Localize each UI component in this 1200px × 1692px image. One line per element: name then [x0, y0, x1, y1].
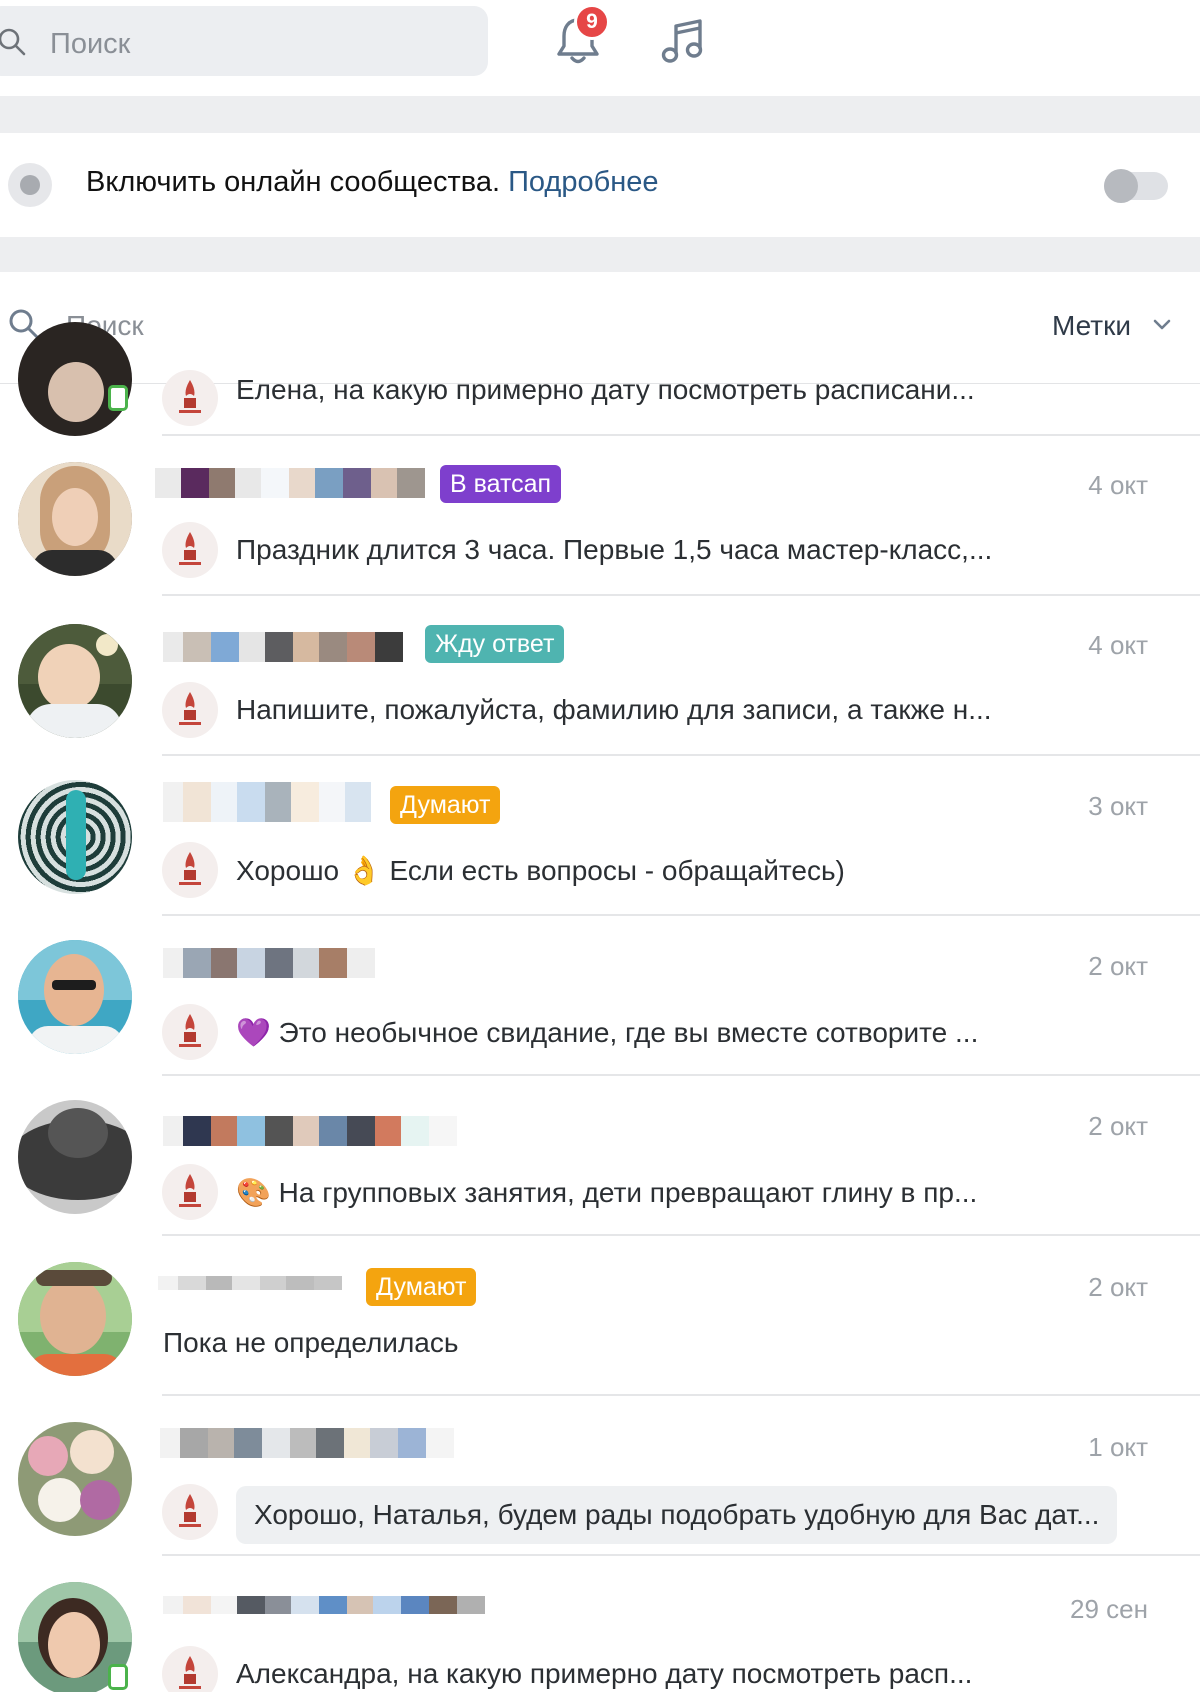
message-date: 4 окт	[1088, 630, 1148, 660]
global-search-input[interactable]: Поиск	[0, 6, 488, 76]
dialog-search-bar	[0, 272, 1200, 384]
status-badge[interactable]: Думают	[390, 786, 501, 824]
message-date: 2 окт	[1088, 1111, 1148, 1141]
message-date: 4 окт	[1088, 470, 1148, 500]
message-preview: Пока не определилась	[163, 1327, 459, 1358]
community-logo-icon	[162, 842, 218, 898]
chevron-down-icon[interactable]	[1152, 318, 1172, 332]
contact-name	[163, 948, 381, 978]
message-date: 2 окт	[1088, 1272, 1148, 1302]
status-dot-icon	[8, 163, 52, 207]
search-icon	[0, 28, 26, 56]
community-logo-icon	[162, 522, 218, 578]
community-logo-icon	[162, 1484, 218, 1540]
message-preview: 💜 Это необычное свидание, где вы вместе …	[236, 1017, 979, 1048]
search-placeholder: Поиск	[50, 28, 131, 60]
message-date: 1 окт	[1088, 1432, 1148, 1462]
avatar[interactable]	[18, 462, 132, 576]
contact-name	[158, 1276, 352, 1290]
more-info-link[interactable]: Подробнее	[508, 166, 658, 198]
avatar[interactable]	[18, 1422, 132, 1536]
online-communities-toggle[interactable]	[1104, 169, 1168, 203]
community-logo-icon	[162, 1164, 218, 1220]
community-logo-icon	[162, 1004, 218, 1060]
divider	[0, 96, 1200, 133]
message-preview: Напишите, пожалуйста, фамилию для записи…	[236, 694, 992, 725]
conversation-row[interactable]	[0, 1236, 1200, 1396]
divider	[0, 237, 1200, 272]
avatar[interactable]	[18, 780, 132, 894]
status-badge[interactable]: В ватсап	[440, 465, 562, 503]
top-bar: Поиск 9	[0, 0, 1200, 96]
message-date: 29 сен	[1070, 1594, 1148, 1624]
contact-name	[163, 632, 413, 662]
online-indicator-icon	[108, 385, 128, 411]
status-badge[interactable]: Думают	[366, 1268, 477, 1306]
message-preview: Хорошо 👌 Если есть вопросы - обращайтесь…	[236, 855, 845, 886]
music-icon[interactable]	[658, 16, 708, 66]
avatar[interactable]	[18, 624, 132, 738]
contact-name	[155, 468, 435, 498]
avatar[interactable]	[18, 322, 132, 436]
avatar[interactable]	[18, 940, 132, 1054]
message-preview: Елена, на какую примерно дату посмотреть…	[236, 374, 975, 405]
online-banner-label: Включить онлайн сообщества.	[86, 166, 501, 198]
unread-message-preview: Хорошо, Наталья, будем рады подобрать уд…	[236, 1486, 1118, 1544]
community-logo-icon	[162, 370, 218, 426]
contact-name	[160, 1428, 464, 1458]
contact-name	[163, 1596, 523, 1614]
message-preview: Праздник длится 3 часа. Первые 1,5 часа …	[236, 534, 993, 565]
contact-name	[163, 782, 373, 822]
message-preview: 🎨 На групповых занятия, дети превращают …	[236, 1177, 978, 1208]
online-indicator-icon	[108, 1664, 128, 1690]
online-banner-text: Включить онлайн сообщества. Подробнее	[86, 166, 658, 199]
message-date: 2 окт	[1088, 951, 1148, 981]
avatar[interactable]	[18, 1100, 132, 1214]
labels-dropdown[interactable]: Метки	[1052, 310, 1131, 342]
message-date: 3 окт	[1088, 791, 1148, 821]
community-logo-icon	[162, 682, 218, 738]
message-preview: Александра, на какую примерно дату посмо…	[236, 1658, 973, 1689]
search-icon	[9, 309, 40, 340]
contact-name	[163, 1116, 459, 1146]
status-badge[interactable]: Жду ответ	[425, 625, 565, 663]
notification-badge: 9	[574, 4, 610, 40]
avatar[interactable]	[18, 1262, 132, 1376]
